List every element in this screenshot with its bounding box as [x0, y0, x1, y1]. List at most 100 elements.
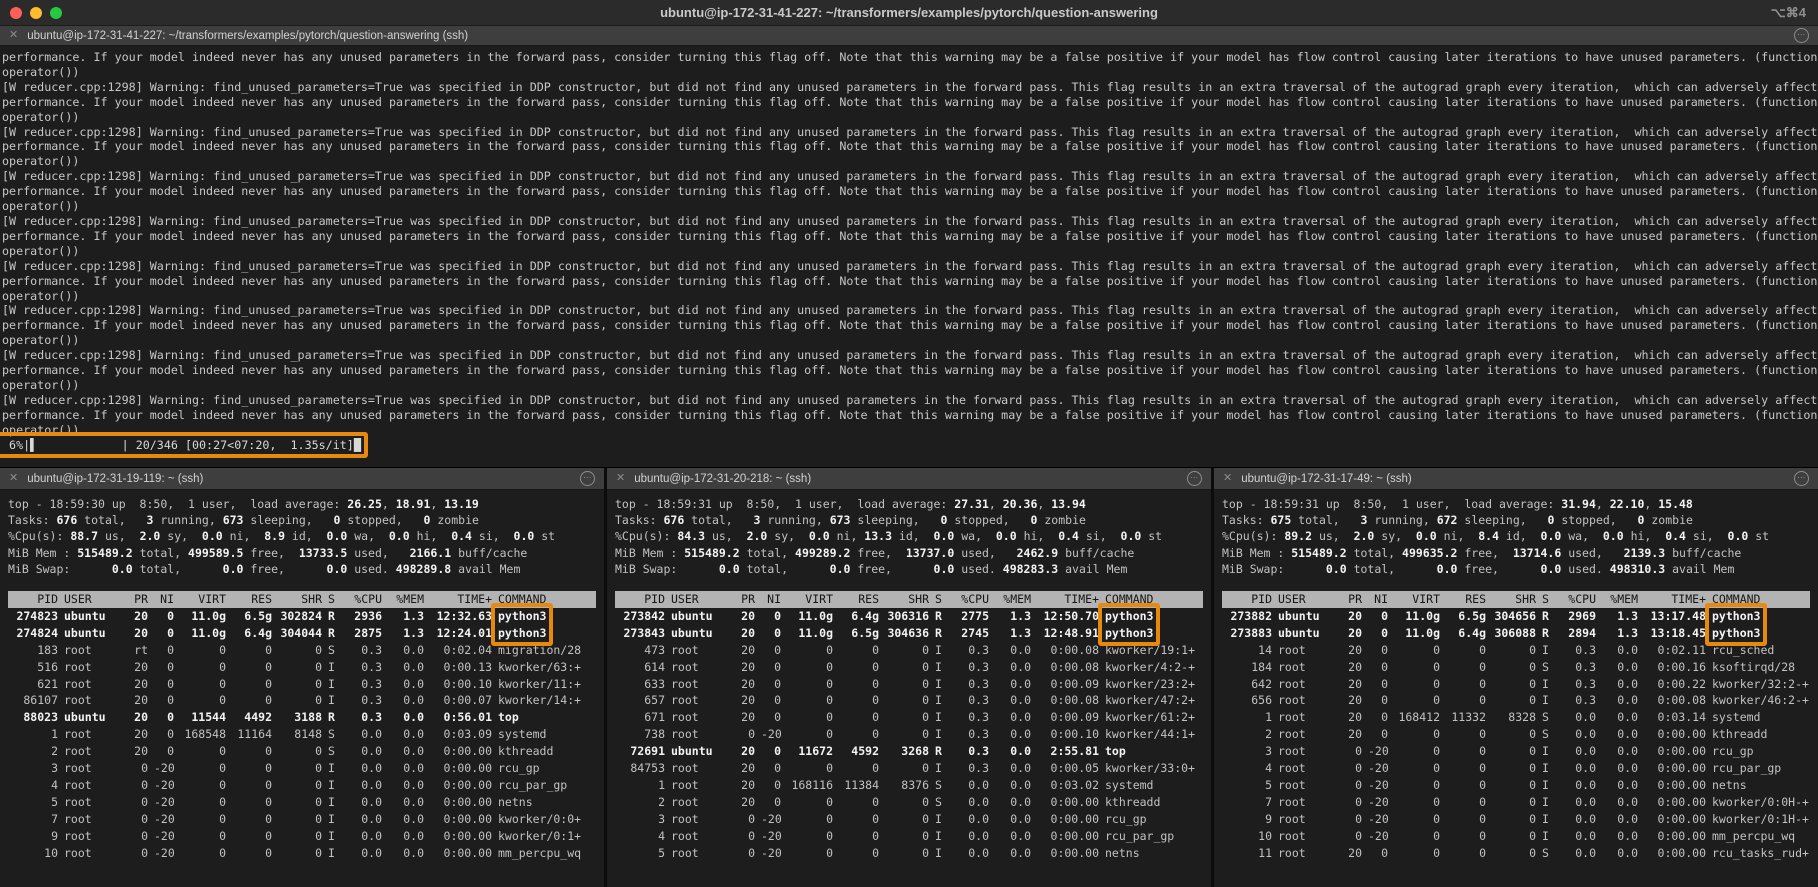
process-cell: 0.3 [947, 743, 989, 760]
process-cell: -20 [1362, 794, 1388, 811]
cell-value: root [1278, 829, 1306, 843]
process-cell: -20 [148, 760, 174, 777]
process-table-header-row: PIDUSERPRNIVIRTRESSHRS%CPU%MEMTIME+COMMA… [1222, 591, 1810, 608]
process-cell: 88023 [8, 709, 58, 726]
process-cell: 0 [1440, 760, 1486, 777]
process-cell: S [1536, 845, 1554, 862]
column-header-mem: %MEM [989, 591, 1031, 608]
top-command-output[interactable]: top - 18:59:30 up 8:50, 1 user, load ave… [0, 490, 604, 887]
session-menu-icon[interactable]: ⋯ [1794, 471, 1809, 486]
process-cell: 0.0 [989, 828, 1031, 845]
column-header-ni: NI [755, 591, 781, 608]
process-cell: 0 [1486, 676, 1536, 693]
cell-value: 273843 [623, 626, 665, 640]
cell-value: 20 [134, 660, 148, 674]
top-command-output[interactable]: top - 18:59:31 up 8:50, 1 user, load ave… [1214, 490, 1818, 887]
window-titlebar[interactable]: ubuntu@ip-172-31-41-227: ~/transformers/… [0, 0, 1818, 26]
close-session-icon[interactable]: ✕ [9, 30, 18, 41]
process-cell: 0 [1486, 760, 1536, 777]
cell-value: 0 [774, 710, 781, 724]
process-cell: 0 [148, 676, 174, 693]
process-cell: 0:00.00 [424, 777, 492, 794]
cell-value: 0 [872, 829, 879, 843]
close-session-icon[interactable]: ✕ [9, 473, 18, 484]
cell-value: 11 [1258, 846, 1272, 860]
cell-value: 304656 [1494, 609, 1536, 623]
process-cell: root [1272, 692, 1332, 709]
process-cell: root [665, 676, 725, 693]
process-cell: 0 [1440, 811, 1486, 828]
cell-value: 0 [315, 693, 322, 707]
cell-value: 0 [774, 643, 781, 657]
process-cell: netns [1099, 845, 1203, 862]
cell-value: 0 [922, 677, 929, 691]
top-command-output[interactable]: top - 18:59:31 up 8:50, 1 user, load ave… [607, 490, 1211, 887]
process-cell: 6.4g [1440, 625, 1486, 642]
process-cell: 9 [8, 828, 58, 845]
terminal-output-line: operator()) [2, 110, 1818, 125]
process-row: 273883ubuntu20011.0g6.4g306088R28941.313… [1222, 625, 1810, 642]
process-cell: 0 [272, 845, 322, 862]
cell-value: 0 [265, 846, 272, 860]
top-summary-line: top - 18:59:31 up 8:50, 1 user, load ave… [1222, 496, 1810, 512]
cell-value: I [328, 761, 335, 775]
cell-value: 0 [1479, 829, 1486, 843]
session-menu-icon[interactable]: ⋯ [1794, 28, 1809, 43]
cell-value: 0.0 [1010, 761, 1031, 775]
close-session-icon[interactable]: ✕ [1223, 473, 1232, 484]
cell-value: 0 [167, 609, 174, 623]
process-cell: 304636 [879, 625, 929, 642]
minimize-window-button[interactable] [30, 7, 42, 19]
process-cell: 0 [148, 726, 174, 743]
process-cell: 20 [1332, 625, 1362, 642]
cell-value: 0 [1433, 744, 1440, 758]
cell-value: 0.0 [1010, 846, 1031, 860]
process-cell: 2 [1222, 726, 1272, 743]
process-cell: ubuntu [1272, 608, 1332, 625]
session-menu-icon[interactable]: ⋯ [580, 471, 595, 486]
process-cell: I [1536, 828, 1554, 845]
cell-value: 0.0 [403, 643, 424, 657]
cell-value: 306316 [887, 609, 929, 623]
process-row: 184root200000S0.30.00:00.16ksoftirqd/28 [1222, 659, 1810, 676]
cell-value: R [1542, 609, 1549, 623]
cell-value: 0 [1381, 626, 1388, 640]
cell-value: 0:56.01 [444, 710, 492, 724]
process-row: 738root0-20000I0.30.00:00.10kworker/44:1… [615, 726, 1203, 743]
process-cell: 20 [118, 692, 148, 709]
cell-value: 0.0 [1575, 846, 1596, 860]
cell-value: S [1542, 710, 1549, 724]
cell-value: 11.0g [1405, 609, 1440, 623]
training-terminal-output[interactable]: performance. If your model indeed never … [0, 46, 1818, 467]
process-cell: 0.0 [1596, 845, 1638, 862]
process-cell: 0:00.00 [1031, 794, 1099, 811]
session-menu-icon[interactable]: ⋯ [1187, 471, 1202, 486]
process-cell: 0:56.01 [424, 709, 492, 726]
process-cell: 0 [879, 692, 929, 709]
process-cell: 0 [1486, 828, 1536, 845]
cell-value: root [671, 846, 699, 860]
close-window-button[interactable] [10, 7, 22, 19]
cell-value: S [328, 643, 335, 657]
process-cell: 306316 [879, 608, 929, 625]
cell-value: 0 [315, 846, 322, 860]
process-cell: 0 [226, 692, 272, 709]
column-header-s: S [322, 591, 340, 608]
zoom-window-button[interactable] [50, 7, 62, 19]
process-cell: 273883 [1222, 625, 1272, 642]
bottom-split-panes: ✕ubuntu@ip-172-31-19-119: ~ (ssh)⋯top - … [0, 467, 1818, 887]
process-cell: 0.0 [340, 760, 382, 777]
cell-value: ubuntu [671, 626, 713, 640]
process-cell: 0 [148, 743, 174, 760]
process-cell: 0:03.02 [1031, 777, 1099, 794]
process-cell: kworker/0:0H-+ [1706, 794, 1810, 811]
close-session-icon[interactable]: ✕ [616, 473, 625, 484]
cell-value: 0.0 [361, 829, 382, 843]
cell-value: 0:02.11 [1658, 643, 1706, 657]
process-cell: kworker/47:2+ [1099, 692, 1203, 709]
process-cell: 3 [8, 760, 58, 777]
cell-value: 9 [1265, 812, 1272, 826]
process-cell: 0 [879, 811, 929, 828]
column-header-ni: NI [1362, 591, 1388, 608]
process-cell: 183 [8, 642, 58, 659]
